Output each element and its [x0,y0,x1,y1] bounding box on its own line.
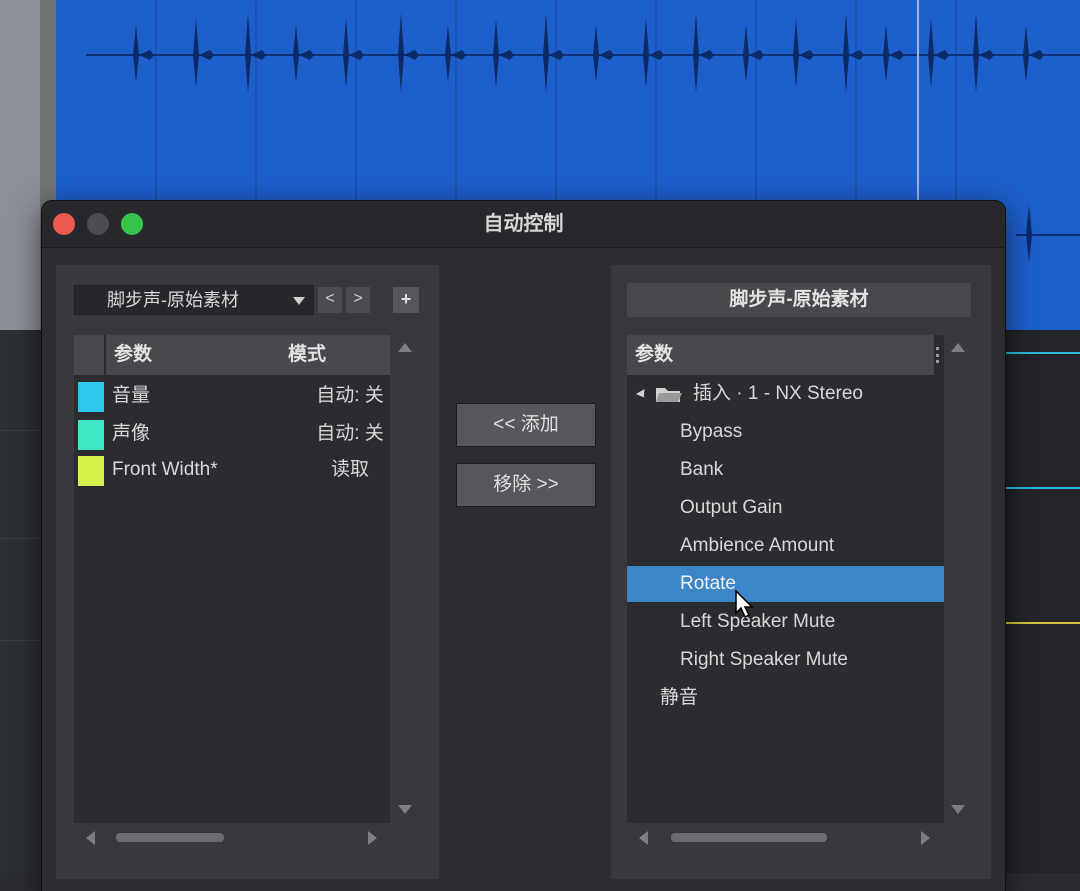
track-lane [1005,330,1080,873]
next-track-button[interactable]: > [346,287,370,313]
folder-open-icon [656,388,682,402]
tree-folder-insert[interactable]: 插入 · 1 - NX Stereo [635,377,935,411]
waveform-transient [398,13,419,93]
tree-item-output-gain[interactable]: Output Gain [680,491,930,525]
chevron-down-icon [293,297,305,305]
automation-dialog: 自动控制 脚步声-原始素材 < > + 参数 模式 音量 自动: 关 声像 自动… [42,201,1005,891]
color-swatch [78,456,104,486]
available-parameter-tree: 参数 插入 · 1 - NX Stereo Bypass Bank Output… [627,335,944,823]
list-item[interactable]: 声像 自动: 关 [74,416,390,452]
param-name: Front Width* [112,459,218,480]
waveform-transient [343,19,364,88]
source-track-label: 脚步声-原始素材 [107,290,239,310]
track-header-strip [0,0,40,330]
tree-item-rotate-selected[interactable]: Rotate [627,566,944,602]
scroll-down-icon[interactable] [951,805,965,814]
waveform-transient [643,19,664,88]
automation-parameter-list: 参数 模式 音量 自动: 关 声像 自动: 关 Front Width* 读取 [74,335,390,823]
prev-track-button[interactable]: < [318,287,342,313]
automation-line [1005,487,1080,489]
remove-parameter-button[interactable]: 移除 >> [456,463,596,507]
vertical-scrollbar[interactable] [393,335,417,823]
scroll-thumb[interactable] [671,833,827,842]
param-name: 音量 [112,385,151,406]
scroll-up-icon[interactable] [951,343,965,352]
tree-item-bank[interactable]: Bank [680,453,930,487]
list-item[interactable]: Front Width* 读取 [74,452,390,488]
list-item[interactable]: 音量 自动: 关 [74,378,390,414]
source-track-select[interactable]: 脚步声-原始素材 [74,285,314,315]
automation-line [1005,622,1080,624]
add-track-button[interactable]: + [393,287,419,313]
target-track-title: 脚步声-原始素材 [627,283,971,317]
scroll-left-icon[interactable] [86,831,95,845]
waveform-transient [593,25,614,82]
waveform-transient [543,13,564,93]
color-swatch [78,420,104,450]
waveform-transient [1023,25,1044,82]
vertical-scrollbar[interactable] [946,335,970,823]
column-header-param[interactable]: 参数 [106,335,284,375]
tree-item-right-speaker-mute[interactable]: Right Speaker Mute [680,643,930,677]
color-column-header [74,335,104,375]
param-mode[interactable]: 读取 [312,452,388,488]
right-panel: 脚步声-原始素材 参数 插入 · 1 - NX Stereo Bypass Ba… [611,265,991,879]
mouse-cursor-icon [735,590,754,619]
param-name: 声像 [112,423,151,444]
waveform-transient [693,13,714,93]
color-swatch [78,382,104,412]
scroll-down-icon[interactable] [398,805,412,814]
horizontal-scrollbar[interactable] [627,825,944,851]
waveform-transient [793,19,814,88]
waveform-transient [293,25,314,82]
scroll-right-icon[interactable] [368,831,377,845]
param-mode[interactable]: 自动: 关 [312,378,388,414]
tree-item-left-speaker-mute[interactable]: Left Speaker Mute [680,605,930,639]
playhead[interactable] [917,0,919,200]
dialog-title: 自动控制 [483,213,564,235]
waveform-transient [973,13,994,93]
folder-label: 插入 · 1 - NX Stereo [693,383,863,404]
waveform-transient [928,19,949,88]
tree-item-bypass[interactable]: Bypass [680,415,930,449]
scroll-up-icon[interactable] [398,343,412,352]
tree-item-label: Rotate [680,573,736,594]
left-panel: 脚步声-原始素材 < > + 参数 模式 音量 自动: 关 声像 自动: 关 F… [56,265,439,879]
column-resize-handle[interactable] [936,347,942,363]
scroll-left-icon[interactable] [639,831,648,845]
waveform-transient [493,19,514,88]
waveform-transient [1026,205,1032,262]
horizontal-scrollbar[interactable] [74,825,390,851]
waveform-transient [133,25,154,82]
waveform-transient [743,25,764,82]
waveform-transient [843,13,864,93]
waveform-transient [193,19,214,88]
scroll-right-icon[interactable] [921,831,930,845]
automation-line [1005,352,1080,354]
add-parameter-button[interactable]: << 添加 [456,403,596,447]
waveform-transient [883,25,904,82]
tree-item-mute[interactable]: 静音 [660,681,910,715]
tree-item-ambience-amount[interactable]: Ambience Amount [680,529,930,563]
column-header-param[interactable]: 参数 [627,335,934,375]
scroll-thumb[interactable] [116,833,224,842]
triangle-expanded-icon[interactable] [635,388,649,401]
column-header-mode[interactable]: 模式 [280,335,390,375]
titlebar[interactable]: 自动控制 [42,201,1005,248]
param-mode[interactable]: 自动: 关 [312,416,388,452]
